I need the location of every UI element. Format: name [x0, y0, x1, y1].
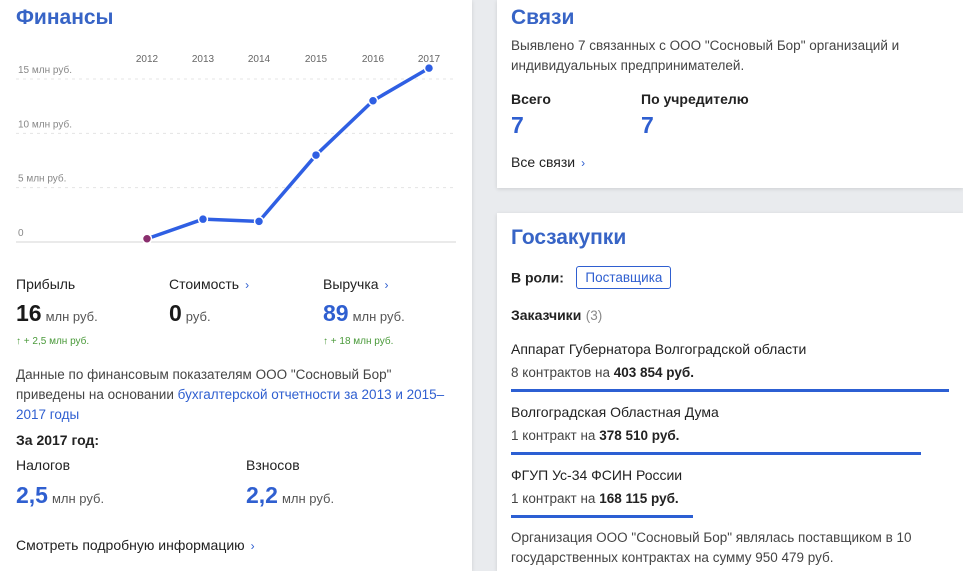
role-badge[interactable]: Поставщика: [576, 266, 672, 289]
connections-card: Связи Выявлено 7 связанных с ООО "Соснов…: [497, 0, 963, 188]
cost-value: 0 руб.: [169, 300, 211, 326]
chart-y-tick-label: 0: [18, 228, 24, 239]
contributions-value: 2,2 млн руб.: [246, 482, 335, 508]
procurement-summary: Организация ООО "Сосновый Бор" являлась …: [511, 530, 912, 565]
chart-x-tick-label: 2012: [136, 54, 159, 65]
chart-data-point: [141, 233, 153, 244]
customer-contracts-3: 1 контракт на 168 115 руб.: [511, 491, 679, 506]
chevron-right-icon: ›: [581, 156, 586, 170]
chevron-right-icon: ›: [250, 539, 255, 553]
revenue-value: 89 млн руб.: [323, 300, 405, 326]
chevron-right-icon: ›: [384, 278, 389, 292]
chart-y-tick-label: 5 млн руб.: [18, 173, 66, 185]
finance-title: Финансы: [16, 6, 114, 29]
customer-contracts-1: 8 контрактов на 403 854 руб.: [511, 365, 694, 380]
more-info-link[interactable]: Смотреть подробную информацию ›: [16, 537, 255, 553]
chart-series-line: [145, 66, 431, 241]
chart-y-tick-label: 10 млн руб.: [18, 118, 72, 130]
finance-chart: 15 млн руб. 10 млн руб. 5 млн руб. 0 2012 201…: [16, 54, 456, 244]
total-value[interactable]: 7: [511, 112, 524, 139]
finance-note: Данные по финансовым показателям ООО "Со…: [16, 367, 445, 422]
customer-name-2[interactable]: Волгоградская Областная Дума: [511, 404, 719, 420]
revenue-delta: ↑ + 18 млн руб.: [323, 336, 394, 347]
chart-x-tick-label: 2015: [305, 54, 328, 65]
chevron-right-icon: ›: [245, 278, 250, 292]
customer-name-3[interactable]: ФГУП Ус-34 ФСИН России: [511, 467, 682, 483]
customer-share-bar-1: [511, 389, 949, 392]
revenue-link[interactable]: Выручка ›: [323, 276, 389, 292]
chart-data-point: [197, 213, 209, 225]
chart-data-point: [253, 216, 265, 227]
procurement-title: Госзакупки: [511, 226, 627, 249]
profit-value: 16 млн руб.: [16, 300, 98, 326]
procurement-card: Госзакупки В роли: Поставщика Заказчики …: [497, 213, 963, 571]
chart-data-point: [310, 149, 322, 161]
chart-x-tick-label: 2016: [362, 54, 385, 65]
finance-card: Финансы 15 млн руб. 10 млн руб. 5 млн руб.…: [0, 0, 472, 571]
all-connections-link[interactable]: Все связи ›: [511, 154, 585, 170]
year-heading: За 2017 год:: [16, 432, 100, 448]
customer-share-bar-3: [511, 515, 693, 518]
contributions-label: Взносов: [246, 457, 300, 473]
customer-contracts-2: 1 контракт на 378 510 руб.: [511, 428, 680, 443]
chart-data-point: [423, 62, 435, 74]
taxes-value: 2,5 млн руб.: [16, 482, 105, 508]
cost-link[interactable]: Стоимость ›: [169, 276, 249, 292]
customer-share-bar-2: [511, 452, 921, 455]
total-label: Всего: [511, 91, 551, 107]
chart-x-tick-label: 2013: [192, 54, 215, 65]
profit-delta: ↑ + 2,5 млн руб.: [16, 336, 90, 347]
chart-x-tick-label: 2014: [248, 54, 271, 65]
role-label: В роли:: [511, 269, 564, 286]
founder-label: По учредителю: [641, 91, 749, 107]
connections-description: Выявлено 7 связанных с ООО "Сосновый Бор…: [511, 38, 900, 73]
founder-value[interactable]: 7: [641, 112, 654, 139]
chart-data-point: [367, 95, 379, 106]
profit-label: Прибыль: [16, 276, 76, 292]
connections-title: Связи: [511, 6, 575, 29]
role-row: В роли: Поставщика: [511, 266, 672, 289]
customers-heading: Заказчики (3): [511, 307, 603, 323]
taxes-label: Налогов: [16, 457, 71, 473]
customer-name-1[interactable]: Аппарат Губернатора Волгоградской област…: [511, 341, 806, 357]
chart-y-tick-label: 15 млн руб.: [18, 64, 72, 76]
